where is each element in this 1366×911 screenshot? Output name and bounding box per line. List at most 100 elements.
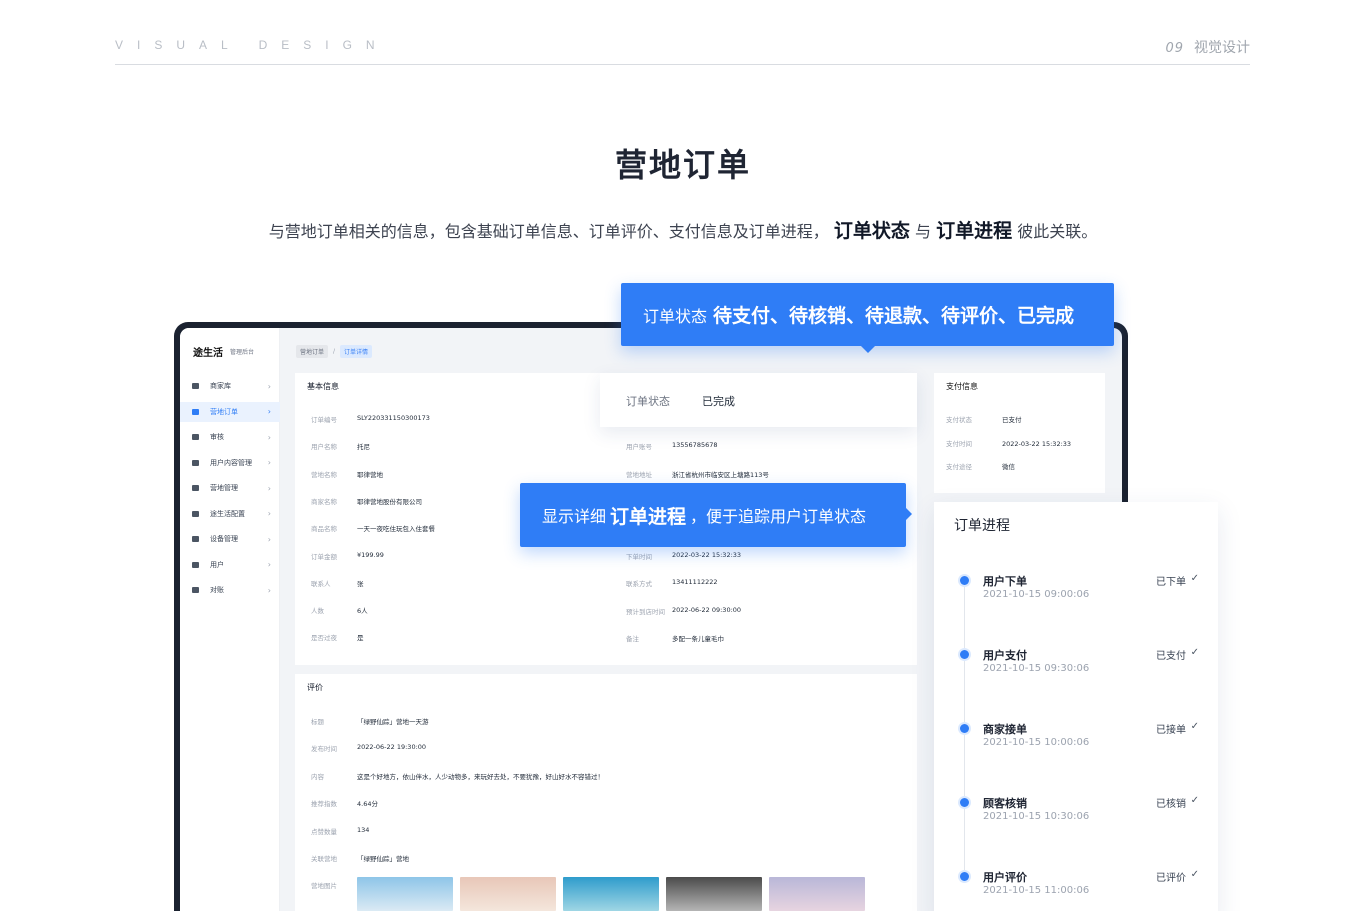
- domes-photo[interactable]: [460, 877, 556, 911]
- sidebar-item-label: 设备管理: [210, 535, 238, 543]
- sidebar-item[interactable]: 用户 ›: [180, 555, 280, 575]
- step-status: 已下单: [1156, 577, 1186, 588]
- info-field-label: 订单编号: [311, 416, 337, 424]
- statue-photo[interactable]: [666, 877, 762, 911]
- info-field-value: ¥199.99: [357, 550, 384, 559]
- chevron-right-icon: ›: [267, 432, 271, 442]
- info-field-label: 人数: [311, 607, 324, 616]
- page-subtitle: 与营地订单相关的信息，包含基础订单信息、订单评价、支付信息及订单进程， 订单状态…: [0, 216, 1366, 243]
- payment-info-title: 支付信息: [946, 382, 978, 391]
- chevron-right-icon: ›: [267, 534, 271, 544]
- step-time: 2021-10-15 10:00:06: [983, 737, 1090, 748]
- payment-field-label: 支付途径: [946, 463, 972, 471]
- info-field-label: 联系人: [311, 579, 331, 588]
- menu-icon: [192, 485, 199, 491]
- review-field-label: 推荐指数: [311, 800, 337, 809]
- subtitle-middle: 与: [914, 222, 931, 241]
- review-field-label: 营地图片: [311, 882, 337, 891]
- clouds-photo[interactable]: [769, 877, 865, 911]
- chevron-right-icon: ›: [267, 381, 271, 391]
- payment-info-card: 支付信息 支付状态 已支付支付时间 2022-03-22 15:32:33 支付途径 微…: [934, 373, 1105, 493]
- order-status-callout: 订单状态 待支付、待核销、待退款、待评价、已完成: [621, 283, 1114, 353]
- menu-icon: [192, 587, 199, 593]
- step-name: 商家接单: [983, 723, 1027, 736]
- payment-field-value: 2022-03-22 15:32:33: [1002, 439, 1072, 448]
- sidebar-item[interactable]: 营地管理 ›: [180, 478, 280, 498]
- step-name: 用户支付: [983, 649, 1027, 662]
- review-field-value: 2022-06-22 19:30:00: [357, 743, 427, 752]
- info-field-value: SLY220331150300173: [357, 414, 430, 422]
- page-title: 营地订单: [614, 146, 751, 184]
- info-field-value: 浙江省杭州市临安区上塘路113号: [672, 471, 769, 479]
- chevron-right-icon: ›: [267, 560, 271, 569]
- progress-step: 顾客核销 2021-10-15 10:30:06 已核销 ✓: [934, 795, 1218, 829]
- info-field-value: 是: [357, 634, 364, 643]
- order-status-value: 已完成: [702, 395, 735, 408]
- subtitle-text-after: 彼此关联。: [1017, 222, 1098, 241]
- sidebar-item[interactable]: 商家库 ›: [180, 376, 280, 396]
- payment-field-value: 已支付: [1002, 416, 1022, 424]
- step-time: 2021-10-15 11:00:06: [983, 885, 1090, 896]
- subtitle-bold-status: 订单状态: [833, 220, 910, 242]
- sidebar-item[interactable]: 营地订单 ›: [180, 401, 280, 422]
- callout-status-label: 订单状态: [643, 306, 708, 326]
- step-time: 2021-10-15 10:30:06: [983, 811, 1090, 822]
- step-dot-icon: [960, 872, 969, 881]
- info-field-value: 一天一夜吃住玩包入住套餐: [357, 525, 435, 534]
- order-progress-panel: 订单进程 用户下单 2021-10-15 09:00:06 已下单 ✓ 用户支付 2021…: [934, 502, 1218, 911]
- info-field-value: 2022-03-22 15:32:33: [672, 551, 742, 559]
- breadcrumb-separator: /: [333, 348, 336, 355]
- visual-design-tagline: VISUAL DESIGN: [115, 38, 389, 52]
- progress-step: 商家接单 2021-10-15 10:00:06 已接单 ✓: [934, 721, 1218, 755]
- order-progress-title: 订单进程: [954, 518, 1010, 534]
- sidebar-item-label: 审核: [210, 433, 224, 441]
- breadcrumb-item-orders[interactable]: 营地订单: [296, 345, 329, 358]
- beach-photo[interactable]: [563, 877, 659, 911]
- review-field-value: 这是个好地方，依山伴水，人少动物多，来玩好去处，不要犹豫，好山好水不容错过！: [357, 772, 604, 781]
- info-field-value: 2022-06-22 09:30:00: [672, 606, 742, 614]
- menu-icon: [192, 408, 199, 415]
- chevron-right-icon: ›: [267, 585, 271, 595]
- step-status: 已核销: [1156, 799, 1186, 810]
- review-field-label: 关联营地: [311, 855, 337, 863]
- info-field-label: 用户名称: [311, 443, 337, 452]
- menu-icon: [192, 536, 199, 542]
- order-status-label: 订单状态: [626, 395, 670, 408]
- step-dot-icon: [960, 576, 969, 585]
- info-field-value: 13556785678: [672, 441, 718, 449]
- sidebar-item[interactable]: 对账 ›: [180, 580, 280, 600]
- subtitle-text-before: 与营地订单相关的信息，包含基础订单信息、订单评价、支付信息及订单进程，: [268, 222, 829, 241]
- payment-field-label: 支付时间: [946, 439, 972, 448]
- chevron-right-icon: ›: [267, 407, 271, 416]
- subtitle-bold-progress: 订单进程: [936, 220, 1013, 242]
- check-icon: ✓: [1190, 869, 1199, 880]
- sidebar-item[interactable]: 设备管理 ›: [180, 529, 280, 549]
- payment-field-value: 微信: [1002, 463, 1015, 471]
- info-field-label: 订单金额: [311, 552, 337, 561]
- sky-photo[interactable]: [357, 877, 453, 911]
- info-field-label: 用户账号: [626, 443, 652, 451]
- order-status-card: 订单状态 已完成: [600, 373, 917, 427]
- progress-step: 用户评价 2021-10-15 11:00:06 已评价 ✓: [934, 869, 1218, 903]
- sidebar-item[interactable]: 用户内容管理 ›: [180, 453, 280, 473]
- sidebar-item[interactable]: 审核 ›: [180, 427, 280, 447]
- info-field-value: 6人: [357, 607, 368, 616]
- review-title: 评价: [307, 683, 323, 692]
- breadcrumb-item-detail: 订单详情: [340, 345, 373, 358]
- info-field-label: 营地地址: [626, 471, 652, 479]
- progress-step: 用户支付 2021-10-15 09:30:06 已支付 ✓: [934, 647, 1218, 681]
- step-name: 用户下单: [983, 575, 1027, 588]
- info-field-label: 营地名称: [311, 470, 337, 479]
- sidebar: 途生活 管理后台 商家库 › 营地订单 › 审核 › 用户内容管理 › 营地管理 › 途生活配置 › 设…: [180, 328, 280, 911]
- menu-icon: [192, 510, 199, 517]
- info-field-value: 多配一条儿童毛巾: [672, 635, 724, 643]
- info-field-label: 下单时间: [626, 553, 652, 561]
- info-field-label: 商家名称: [311, 497, 337, 506]
- payment-field-label: 支付状态: [946, 416, 972, 424]
- page-number: 09: [1165, 41, 1184, 56]
- sidebar-item-label: 商家库: [210, 382, 231, 390]
- info-field-value: 耶律营地股份有限公司: [357, 497, 422, 506]
- sidebar-item[interactable]: 途生活配置 ›: [180, 504, 280, 524]
- menu-icon: [192, 459, 199, 466]
- check-icon: ✓: [1190, 795, 1199, 806]
